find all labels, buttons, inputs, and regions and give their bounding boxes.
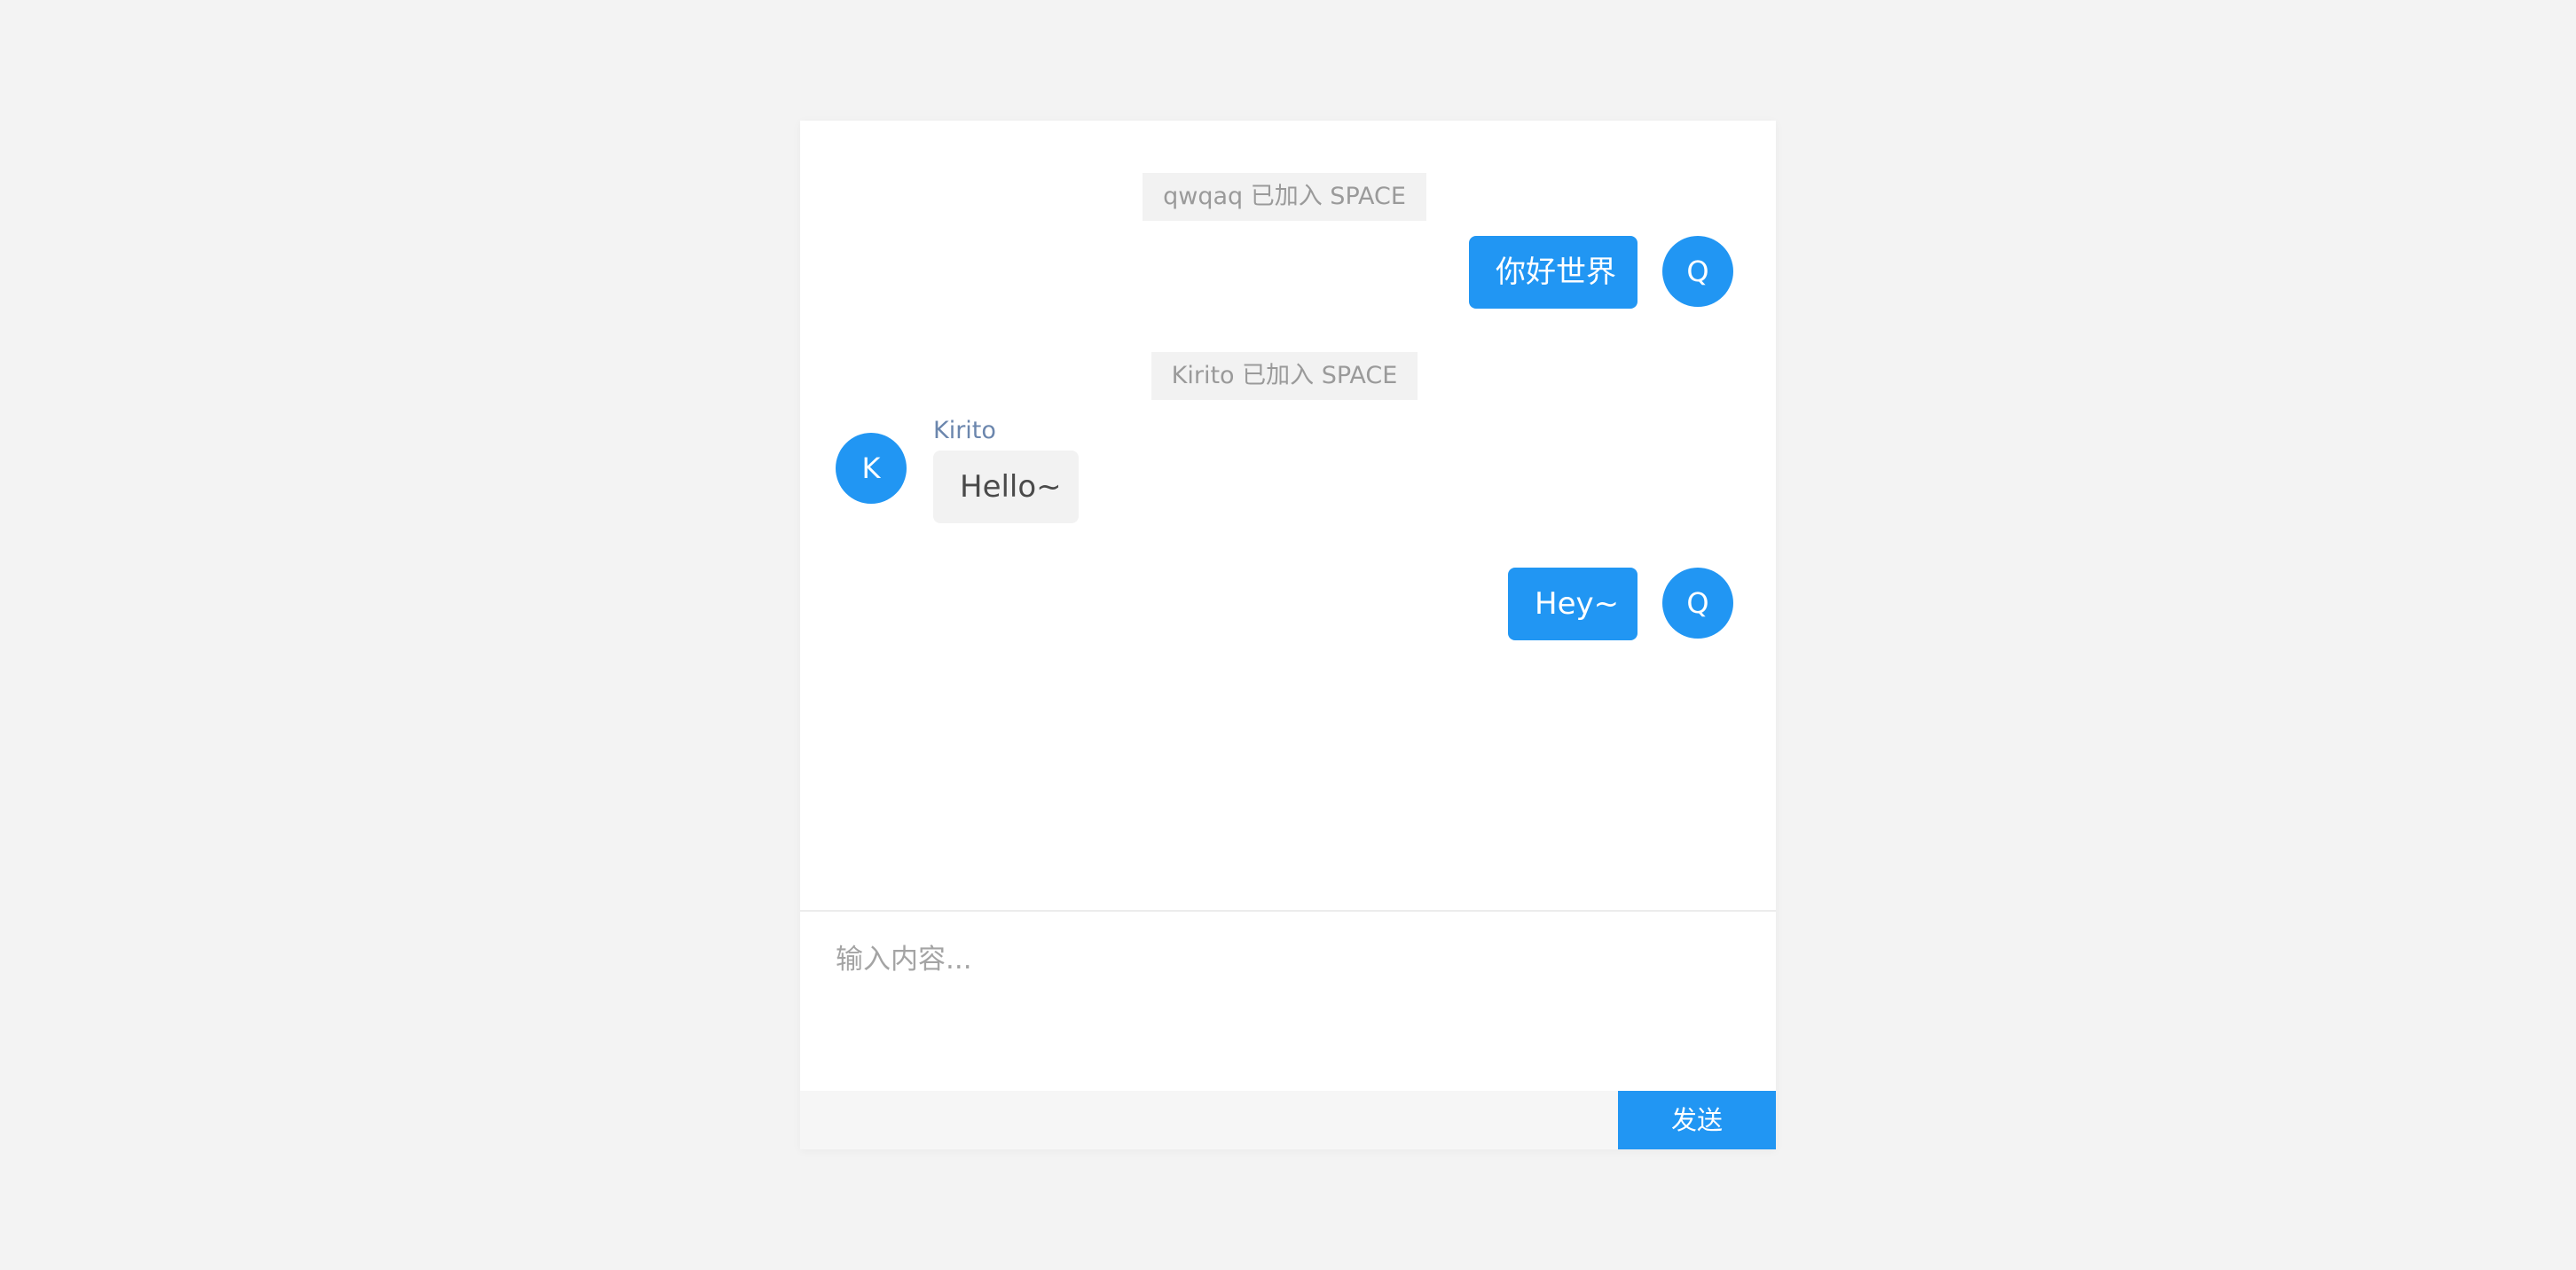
sender-name: Kirito xyxy=(933,417,996,444)
message-list[interactable]: qwqaq 已加入 SPACE 你好世界 Q Kirito 已加入 SPACE … xyxy=(800,121,1776,910)
system-notice: Kirito 已加入 SPACE xyxy=(1151,352,1418,400)
system-notice: qwqaq 已加入 SPACE xyxy=(1143,173,1426,221)
avatar: Q xyxy=(1662,568,1733,639)
message-input[interactable] xyxy=(836,937,1740,1070)
chat-window: qwqaq 已加入 SPACE 你好世界 Q Kirito 已加入 SPACE … xyxy=(800,121,1776,1149)
message-bubble-other: Hello~ xyxy=(933,451,1079,523)
avatar: Q xyxy=(1662,236,1733,307)
input-area xyxy=(800,912,1776,1091)
send-button[interactable]: 发送 xyxy=(1618,1091,1776,1149)
message-bubble-self: Hey~ xyxy=(1508,568,1637,640)
avatar: K xyxy=(836,433,907,504)
message-bubble-self: 你好世界 xyxy=(1469,236,1637,309)
footer-bar: 发送 xyxy=(800,1091,1776,1149)
